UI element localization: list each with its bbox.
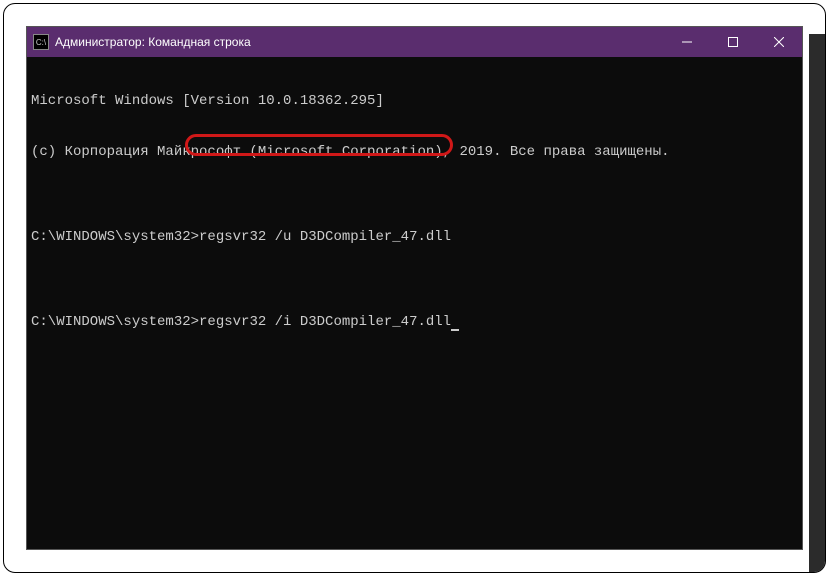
- command-2: regsvr32 /i D3DCompiler_47.dll: [199, 314, 451, 330]
- command-1: regsvr32 /u D3DCompiler_47.dll: [199, 229, 451, 245]
- scrollbar[interactable]: [809, 34, 825, 572]
- copyright-line: (c) Корпорация Майкрософт (Microsoft Cor…: [31, 144, 798, 161]
- cursor: [451, 317, 459, 331]
- window-controls: [664, 27, 802, 57]
- maximize-button[interactable]: [710, 27, 756, 57]
- version-line: Microsoft Windows [Version 10.0.18362.29…: [31, 93, 798, 110]
- prompt-2: C:\WINDOWS\system32>: [31, 314, 199, 330]
- command-prompt-window: C:\ Администратор: Командная строка Micr…: [26, 26, 803, 550]
- window-title: Администратор: Командная строка: [55, 35, 251, 49]
- close-icon: [774, 37, 784, 47]
- cmd-icon: C:\: [33, 34, 49, 50]
- minimize-button[interactable]: [664, 27, 710, 57]
- command-line-1: C:\WINDOWS\system32>regsvr32 /u D3DCompi…: [31, 229, 798, 246]
- maximize-icon: [728, 37, 738, 47]
- prompt-1: C:\WINDOWS\system32>: [31, 229, 199, 245]
- minimize-icon: [682, 37, 692, 47]
- titlebar[interactable]: C:\ Администратор: Командная строка: [27, 27, 802, 57]
- terminal-area[interactable]: Microsoft Windows [Version 10.0.18362.29…: [27, 57, 802, 549]
- screenshot-frame: C:\ Администратор: Командная строка Micr…: [3, 3, 826, 573]
- close-button[interactable]: [756, 27, 802, 57]
- command-line-2: C:\WINDOWS\system32>regsvr32 /i D3DCompi…: [31, 314, 798, 331]
